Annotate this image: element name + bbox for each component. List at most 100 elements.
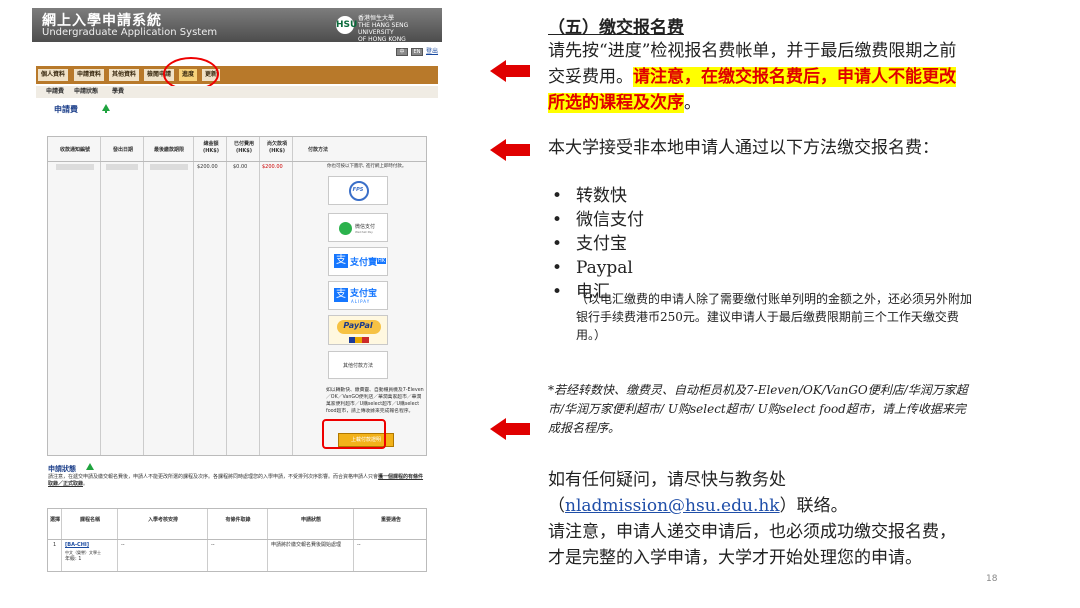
fee-col-notice-no xyxy=(48,137,101,455)
prog-header-exam: 入學考核安排 xyxy=(147,517,178,523)
prog-exam-value: -- xyxy=(121,542,125,548)
top-toolbar: 中 EN 登出 xyxy=(396,48,438,56)
prog-name-value: 中文（榮譽）文學士 xyxy=(65,550,101,555)
subnav-tuition[interactable]: 學費 xyxy=(112,87,124,97)
red-arrow-icon xyxy=(490,139,530,161)
arrow-up-icon[interactable] xyxy=(102,104,110,113)
prog-header-conditional: 有條件取錄 xyxy=(225,517,251,523)
prog-header-notice: 重要通告 xyxy=(380,517,401,523)
alipay-pay-button[interactable]: 支 支付宝 ALIPAY xyxy=(328,281,388,310)
application-status-note: 請注意，在遞交申請及繳交報名費後，申請人不能更改所選的課程及次序。各課程將同時處… xyxy=(48,474,426,488)
prog-choice-value: 1 xyxy=(53,542,57,548)
alipay-logo-icon: 支 xyxy=(334,254,348,268)
fee-header-paid: 已付費用 (HK$) xyxy=(233,141,254,154)
method-fps: 转数快 xyxy=(548,184,644,208)
alipay-logo-icon: 支 xyxy=(334,288,348,302)
university-name-en-2: OF HONG KONG xyxy=(358,36,406,43)
logout-link[interactable]: 登出 xyxy=(426,48,438,56)
alipay-sublabel: ALIPAY xyxy=(351,299,371,304)
fee-total-value: $200.00 xyxy=(197,164,218,170)
fee-instruction-paragraph: 请先按“进度”检视报名费帐单，并于最后缴费限期之前交妥费用。请注意，在缴交报名费… xyxy=(548,38,963,116)
tab-other-info[interactable]: 其他資料 xyxy=(109,69,140,81)
wechat-pay-button[interactable]: 微信支付 WeChat Pay xyxy=(328,213,388,242)
fee-header-outstanding: 尚欠款項 (HK$) xyxy=(266,141,287,154)
payment-methods-intro: 本大学接受非本地申请人通过以下方法缴交报名费： xyxy=(548,138,939,158)
fee-col-issue-date xyxy=(101,137,144,455)
university-name-en-1: THE HANG SENG UNIVERSITY xyxy=(358,22,409,36)
fee-col-deadline xyxy=(144,137,194,455)
lang-zh-button[interactable]: 中 xyxy=(396,48,408,56)
contact-email-link[interactable]: nladmission@hsu.edu.hk xyxy=(565,496,780,516)
alipayhk-hk-badge: HK xyxy=(377,258,387,264)
application-fee-heading: 申請費 xyxy=(54,105,78,114)
fee-header-divider xyxy=(48,161,426,162)
redacted-notice-no xyxy=(56,164,94,170)
fps-upload-footnote: *若经转数快、缴费灵、自动柜员机及7-Eleven/OK/VanGO便利店/华润… xyxy=(548,383,968,435)
contact-line: 如有任何疑问，请尽快与教务处 xyxy=(548,470,786,490)
alipay-label: 支付宝 xyxy=(350,289,378,299)
contact-paren-close: ）联络。 xyxy=(779,496,848,516)
prog-header-status: 申請狀態 xyxy=(300,517,321,523)
alipayhk-pay-button[interactable]: 支 支付寶 HK xyxy=(328,247,388,276)
fee-col-total xyxy=(194,137,227,455)
programme-status-table: 選擇 課程名稱 入學考核安排 有條件取錄 申請狀態 重要通告 1 [BA-CHI… xyxy=(47,508,427,572)
fee-table: 收款通知編號 發出日期 最後繳款期限 總金額 (HK$) 已付費用 (HK$) … xyxy=(47,136,427,456)
fee-header-issue-date: 發出日期 xyxy=(112,147,133,153)
prog-code-link[interactable]: [BA-CHI] xyxy=(65,542,89,549)
tab-personal-info[interactable]: 個人資料 xyxy=(38,69,69,81)
prog-status-value: 申請將於繳交報名費後開始處理 xyxy=(271,542,342,548)
fee-col-paid xyxy=(227,137,260,455)
fee-col-outstanding xyxy=(260,137,293,455)
contact-email-line: （nladmission@hsu.edu.hk）联络。 xyxy=(548,493,968,519)
prog-conditional-value: -- xyxy=(211,542,215,548)
prog-header-choice: 選擇 xyxy=(49,517,60,523)
fee-header-payment-method: 付款方法 xyxy=(307,147,328,153)
main-tab-bar: 個人資料 申請資料 其他資料 檢閱申請 進度 更新 xyxy=(36,66,438,84)
fps-upload-note: 如以轉數快、繳費靈、自動櫃員機及7-Eleven／OK／VanGO便利店／華潤萬… xyxy=(326,388,424,414)
university-name: 香港恒生大學 THE HANG SENG UNIVERSITY OF HONG … xyxy=(358,15,440,43)
fps-label: FPS xyxy=(352,187,364,193)
contact-paren-open: （ xyxy=(548,496,565,516)
payment-methods-list: 转数快 微信支付 支付宝 Paypal 电汇 xyxy=(548,184,644,304)
arrow-up-icon[interactable] xyxy=(86,463,94,470)
upload-button-highlight-box xyxy=(322,419,386,449)
subnav-application-status[interactable]: 申請狀態 xyxy=(74,87,98,97)
page-number: 18 xyxy=(986,574,998,584)
lang-en-button[interactable]: EN xyxy=(411,48,423,56)
contact-paragraph: 如有任何疑问，请尽快与教务处 （nladmission@hsu.edu.hk）联… xyxy=(548,467,968,571)
wechat-label: 微信支付 xyxy=(355,224,376,230)
system-subtitle: Undergraduate Application System xyxy=(42,27,218,38)
method-wechat-pay: 微信支付 xyxy=(548,208,644,232)
fee-paid-value: $0.00 xyxy=(233,164,248,170)
method-paypal: Paypal xyxy=(548,256,644,280)
telegraphic-transfer-note: （以电汇缴费的申请人除了需要缴付账单列明的金额之外，还必须另外附加银行手续费港币… xyxy=(576,292,973,342)
completion-note: 请注意，申请人递交申请后，也必须成功缴交报名费，才是完整的入学申请，大学才开始处… xyxy=(548,522,956,568)
prog-header-divider xyxy=(48,539,426,540)
tab-application-info[interactable]: 申請資料 xyxy=(74,69,105,81)
progress-subnav: 申請費 申請狀態 學費 xyxy=(36,86,438,98)
other-payment-methods-button[interactable]: 其他付款方法 xyxy=(328,351,388,379)
paypal-pay-button[interactable]: PayPal xyxy=(328,315,388,345)
card-logos-icon xyxy=(349,337,369,343)
paypal-label: PayPal xyxy=(343,321,373,330)
university-name-zh: 香港恒生大學 xyxy=(358,15,395,22)
status-note-text: 請注意，在遞交申請及繳交報名費後，申請人不能更改所選的課程及次序。各課程將同時處… xyxy=(48,474,379,480)
fee-outstanding-value: $200.00 xyxy=(262,164,283,170)
section-title: （五）缴交报名费 xyxy=(548,18,684,38)
fee-header-notice-no: 收款通知編號 xyxy=(59,147,90,153)
alipayhk-label: 支付寶 xyxy=(350,258,378,268)
fee-header-total: 總金額 (HK$) xyxy=(202,141,220,154)
subnav-application-fee[interactable]: 申請費 xyxy=(46,87,64,97)
red-arrow-icon xyxy=(490,60,530,82)
prog-notice-value: -- xyxy=(357,542,361,548)
redacted-deadline xyxy=(150,164,188,170)
method-alipay: 支付宝 xyxy=(548,232,644,256)
system-banner: 網上入學申請系統 Undergraduate Application Syste… xyxy=(32,8,442,43)
prog-header-name: 課程名稱 xyxy=(79,517,100,523)
status-note-end: 。 xyxy=(83,481,89,487)
fps-pay-button[interactable]: FPS xyxy=(328,176,388,205)
wechat-sublabel: WeChat Pay xyxy=(355,230,373,234)
redacted-issue-date xyxy=(106,164,138,170)
wechat-check-icon xyxy=(339,222,352,235)
system-screenshot: 網上入學申請系統 Undergraduate Application Syste… xyxy=(32,8,442,572)
